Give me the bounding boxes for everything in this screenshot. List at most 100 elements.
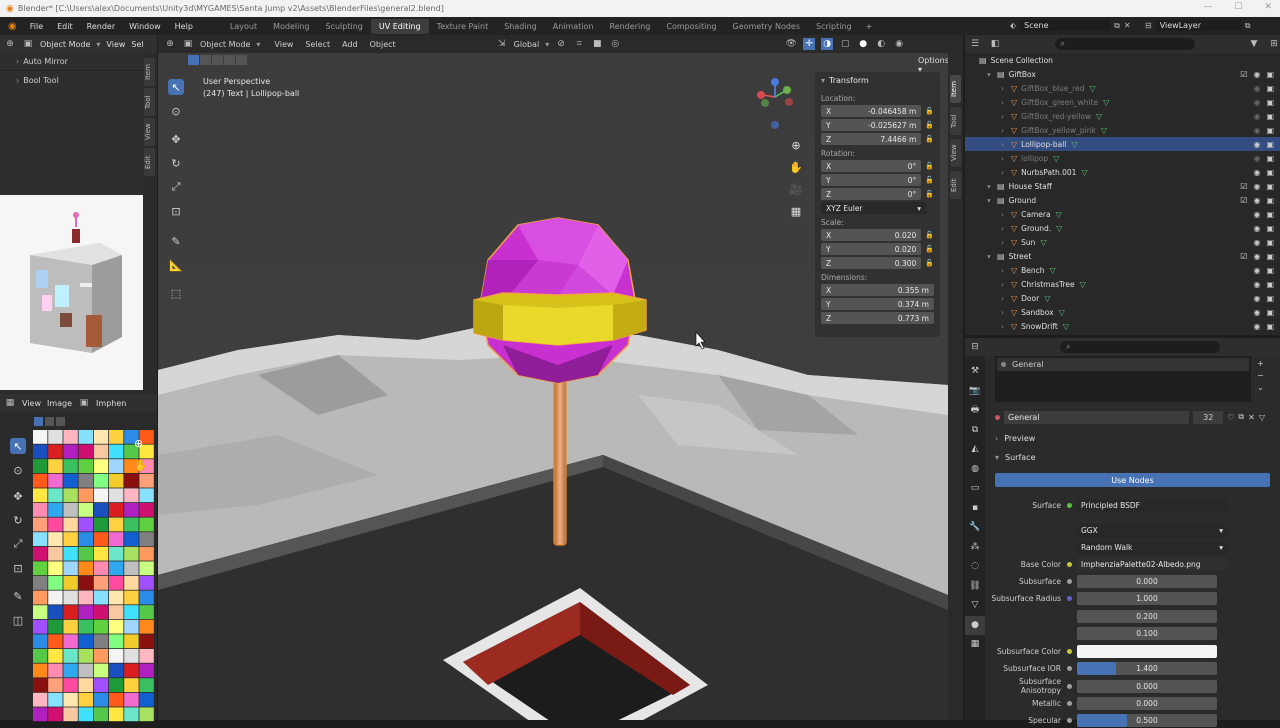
transform-orientation-dropdown[interactable]: Global — [514, 40, 540, 49]
snap-icon[interactable]: ⌗ — [573, 38, 585, 50]
outliner-row[interactable]: ▾ ▤ House Staff ☑ ◉ ▣ — [965, 179, 1280, 193]
move-tool-icon[interactable]: ✥ — [10, 488, 26, 504]
workspace-tab-texture-paint[interactable]: Texture Paint — [429, 22, 497, 31]
camera-render-icon[interactable]: ▣ — [1266, 182, 1274, 191]
property-number-field[interactable]: 0.000 — [1077, 679, 1217, 693]
property-number-field[interactable]: 1.000 — [1077, 592, 1217, 606]
camera-render-icon[interactable]: ▣ — [1266, 308, 1274, 317]
transform-tool-icon[interactable]: ⊡ — [10, 560, 26, 576]
scene-selector[interactable]: ⬖ Scene ⧉ ✕ — [1010, 20, 1131, 31]
render-tab-icon[interactable]: 📷 — [965, 382, 985, 402]
workspace-tab-uv-editing[interactable]: UV Editing — [370, 18, 429, 34]
remove-slot-icon[interactable]: − — [1257, 370, 1264, 382]
property-number-field[interactable]: 1.400 — [1077, 662, 1217, 676]
camera-render-icon[interactable]: ▣ — [1266, 252, 1274, 261]
expand-arrow-icon[interactable]: › — [1001, 112, 1011, 121]
object-mode-dropdown[interactable]: Object Mode — [40, 40, 90, 49]
panel-auto-mirror[interactable]: › Auto Mirror — [0, 53, 143, 71]
workspace-tab-scripting[interactable]: Scripting — [808, 22, 860, 31]
eye-icon[interactable]: ◉ — [1253, 70, 1260, 79]
workspace-tab-modeling[interactable]: Modeling — [265, 22, 317, 31]
eye-icon[interactable]: ◉ — [1253, 154, 1260, 163]
camera-render-icon[interactable]: ▣ — [1266, 98, 1274, 107]
image-editor-type-icon[interactable]: ▦ — [4, 397, 16, 409]
outliner-row[interactable]: › ▽ Lollipop-ball ▽ ◉ ▣ — [965, 137, 1280, 151]
scale-y-field[interactable]: Y 0.020 — [821, 243, 922, 255]
viewport-menu-select[interactable]: Select — [305, 40, 330, 49]
scene-tab-icon[interactable]: ◭ — [965, 440, 985, 460]
workspace-tab-sculpting[interactable]: Sculpting — [318, 22, 371, 31]
material-slot-row[interactable]: General — [997, 358, 1249, 371]
blender-menu-icon[interactable]: ◉ — [8, 21, 17, 32]
eye-icon[interactable]: ◉ — [1253, 182, 1260, 191]
hand-pan-icon[interactable]: ✋ — [134, 459, 148, 472]
eye-icon[interactable]: ◉ — [1253, 252, 1260, 261]
camera-render-icon[interactable]: ▣ — [1266, 210, 1274, 219]
outliner-editor-type-icon[interactable]: ☰ — [969, 38, 981, 50]
eye-icon[interactable]: ◉ — [1253, 280, 1260, 289]
rotation-mode-dropdown[interactable]: XYZ Euler ▾ — [821, 202, 926, 214]
uv-select-mode-icon[interactable] — [34, 417, 43, 426]
new-collection-icon[interactable]: ⊞ — [1268, 38, 1280, 50]
data-tab-icon[interactable]: ▽ — [965, 596, 985, 616]
shading-solid-icon[interactable]: ● — [857, 38, 869, 50]
socket-icon[interactable] — [1067, 614, 1072, 619]
eye-icon[interactable]: ◉ — [1253, 196, 1260, 205]
outliner-row[interactable]: › ▽ GiftBox_green_white ▽ ◉ ▣ — [965, 95, 1280, 109]
camera-render-icon[interactable]: ▣ — [1266, 70, 1274, 79]
transform-tool-icon[interactable]: ⊡ — [168, 203, 184, 219]
expand-arrow-icon[interactable]: › — [1001, 168, 1011, 177]
overlay-toggle-icon[interactable]: ◑ — [821, 38, 834, 50]
outliner-scene-collection[interactable]: ▤ Scene Collection — [965, 53, 1280, 67]
eye-icon[interactable]: ◉ — [1253, 168, 1260, 177]
uv-select-mode-icon[interactable] — [56, 417, 65, 426]
location-z-field[interactable]: Z 7.4466 m — [821, 133, 922, 145]
expand-arrow-icon[interactable]: › — [1001, 98, 1011, 107]
expand-arrow-icon[interactable]: ▾ — [987, 252, 997, 261]
socket-icon[interactable] — [1067, 683, 1072, 689]
eye-icon[interactable]: ◉ — [1253, 308, 1260, 317]
menu-help[interactable]: Help — [168, 22, 200, 31]
lock-icon[interactable]: 🔓 — [925, 231, 934, 239]
preview-panel-header[interactable]: › Preview — [995, 434, 1035, 443]
camera-render-icon[interactable]: ▣ — [1266, 266, 1274, 275]
fake-user-icon[interactable]: ♡ — [1227, 413, 1234, 422]
lock-icon[interactable]: 🔓 — [925, 259, 934, 267]
image-browse-icon[interactable]: ▣ — [78, 397, 90, 409]
lock-icon[interactable]: 🔓 — [925, 190, 934, 198]
scale-tool-icon[interactable]: ⤢ — [168, 179, 184, 195]
socket-icon[interactable] — [1067, 649, 1072, 654]
shading-rendered-icon[interactable]: ◉ — [893, 38, 905, 50]
eye-icon[interactable]: ◉ — [1253, 98, 1260, 107]
property-number-field[interactable]: 0.100 — [1077, 627, 1217, 640]
checkbox-icon[interactable]: ☑ — [1240, 196, 1247, 205]
property-link-field[interactable]: Principled BSDF — [1077, 498, 1227, 512]
eye-icon[interactable]: ◉ — [1253, 210, 1260, 219]
outliner-row[interactable]: ▾ ▤ Street ☑ ◉ ▣ — [965, 249, 1280, 263]
outliner-row[interactable]: ▾ ▤ Ground ☑ ◉ ▣ — [965, 193, 1280, 207]
socket-icon[interactable] — [1067, 718, 1072, 724]
shading-material-icon[interactable]: ◐ — [875, 38, 887, 50]
expand-arrow-icon[interactable]: › — [1001, 280, 1011, 289]
npanel-tab-view[interactable]: View — [950, 139, 961, 167]
eye-icon[interactable]: ◉ — [1253, 84, 1260, 93]
move-tool-icon[interactable]: ✥ — [168, 131, 184, 147]
dimensions-y-field[interactable]: Y 0.374 m — [821, 298, 934, 310]
workspace-tab-compositing[interactable]: Compositing — [658, 22, 724, 31]
copy-material-icon[interactable]: ⧉ — [1238, 412, 1244, 422]
socket-icon[interactable] — [1067, 631, 1072, 636]
copy-scene-icon[interactable]: ⧉ — [1114, 21, 1120, 31]
left-view-menu[interactable]: View — [106, 40, 125, 49]
workspace-tab-animation[interactable]: Animation — [545, 22, 602, 31]
expand-arrow-icon[interactable]: ▾ — [987, 70, 997, 79]
select-subtract-icon[interactable] — [212, 55, 223, 65]
material-browse-icon[interactable] — [995, 414, 1000, 420]
eye-icon[interactable]: ◉ — [1253, 112, 1260, 121]
select-intersect-icon[interactable] — [236, 55, 247, 65]
world-tab-icon[interactable]: ◍ — [965, 460, 985, 480]
outliner-row[interactable]: › ▽ Ground. ▽ ◉ ▣ — [965, 221, 1280, 235]
slot-specials-icon[interactable]: ⌄ — [1257, 382, 1264, 394]
lock-icon[interactable]: 🔓 — [925, 107, 934, 115]
expand-arrow-icon[interactable]: › — [1001, 266, 1011, 275]
eye-icon[interactable]: ◉ — [1253, 294, 1260, 303]
